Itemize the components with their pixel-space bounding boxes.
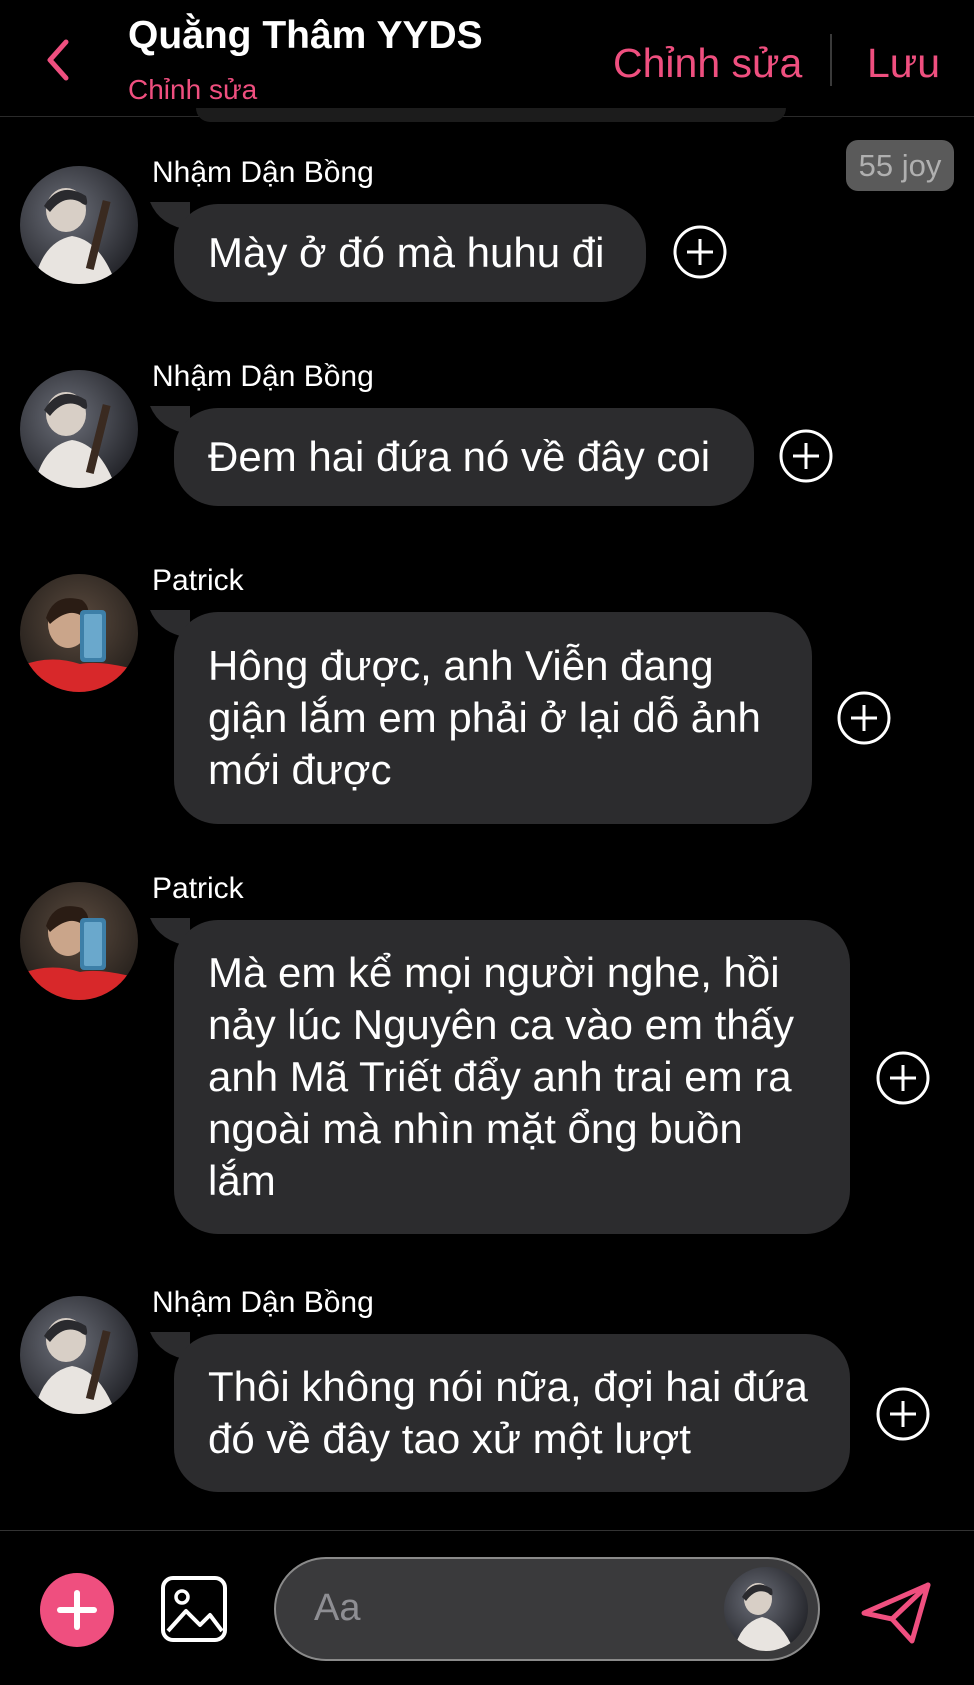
message-text-line: ngoài mà nhìn mặt ổng buồn [208, 1105, 743, 1152]
avatar[interactable] [20, 166, 138, 284]
message-bubble[interactable]: Mà em kể mọi người nghe, hồi nảy lúc Ngu… [174, 920, 850, 1234]
chat-subtitle[interactable]: Chỉnh sửa [128, 74, 257, 106]
message-text-line: mới được [208, 746, 392, 793]
sender-name: Nhậm Dận Bồng [152, 360, 374, 393]
sender-name: Patrick [152, 872, 244, 905]
chat-header: Quằng Thâm YYDS Chỉnh sửa Chỉnh sửa Lưu [0, 0, 974, 117]
message-text: Mày ở đó mà huhu đi [208, 229, 605, 276]
chat-title: Quằng Thâm YYDS [128, 14, 483, 57]
message-input[interactable]: Aa [274, 1557, 820, 1661]
sender-name: Nhậm Dận Bồng [152, 1286, 374, 1319]
message-input-placeholder: Aa [314, 1587, 361, 1629]
message-text-line: nảy lúc Nguyên ca vào em thấy [208, 1001, 794, 1048]
add-button[interactable] [40, 1573, 114, 1647]
send-icon[interactable] [858, 1579, 934, 1647]
add-reaction-icon[interactable] [836, 690, 892, 746]
message-text-line: Thôi không nói nữa, đợi hai đứa [208, 1363, 808, 1410]
message-text: Đem hai đứa nó về đây coi [208, 433, 711, 480]
add-reaction-icon[interactable] [875, 1386, 931, 1442]
avatar[interactable] [20, 370, 138, 488]
message-text-line: anh Mã Triết đẩy anh trai em ra [208, 1053, 792, 1100]
composer-bar: Aa [0, 1530, 974, 1685]
message-bubble[interactable]: Mày ở đó mà huhu đi [174, 204, 646, 302]
add-reaction-icon[interactable] [778, 428, 834, 484]
previous-bubble-edge [196, 108, 786, 122]
avatar[interactable] [20, 574, 138, 692]
message-bubble[interactable]: Thôi không nói nữa, đợi hai đứa đó về đâ… [174, 1334, 850, 1492]
avatar[interactable] [20, 1296, 138, 1414]
plus-icon [57, 1590, 97, 1630]
message-bubble[interactable]: Đem hai đứa nó về đây coi [174, 408, 754, 506]
add-reaction-icon[interactable] [875, 1050, 931, 1106]
header-divider [830, 34, 832, 86]
edit-button[interactable]: Chỉnh sửa [613, 40, 802, 87]
sender-name: Patrick [152, 564, 244, 597]
message-text-line: lắm [208, 1157, 276, 1204]
save-button[interactable]: Lưu [867, 40, 940, 87]
message-text-line: Hông được, anh Viễn đang [208, 642, 714, 689]
sender-name: Nhậm Dận Bồng [152, 156, 374, 189]
message-text-line: đó về đây tao xử một lượt [208, 1415, 691, 1462]
chevron-left-icon[interactable] [40, 36, 80, 84]
avatar[interactable] [20, 882, 138, 1000]
image-icon[interactable] [160, 1575, 228, 1643]
message-text-line: giận lắm em phải ở lại dỗ ảnh [208, 694, 761, 741]
reaction-badge[interactable]: 55 joy [846, 140, 954, 191]
avatar[interactable] [724, 1567, 808, 1651]
message-bubble[interactable]: Hông được, anh Viễn đang giận lắm em phả… [174, 612, 812, 824]
add-reaction-icon[interactable] [672, 224, 728, 280]
message-text-line: Mà em kể mọi người nghe, hồi [208, 949, 780, 996]
